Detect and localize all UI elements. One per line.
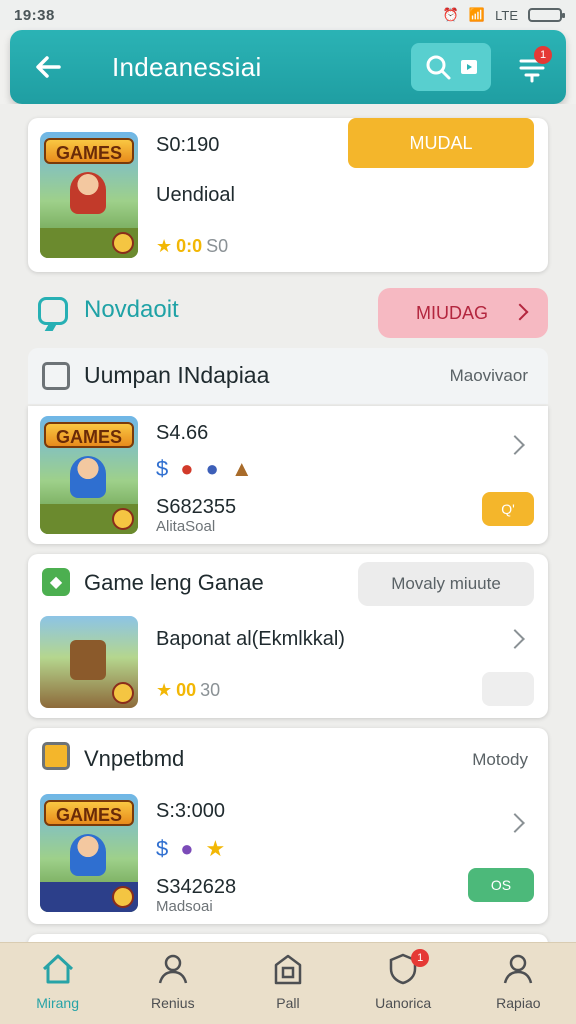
person-icon xyxy=(504,954,533,984)
back-button[interactable] xyxy=(26,45,70,89)
nav-item-home[interactable]: Mirang xyxy=(8,949,108,1011)
network-label: LTE xyxy=(495,7,518,23)
game-logo: GAMES xyxy=(44,422,134,448)
map-icon xyxy=(42,742,70,770)
notification-badge: 1 xyxy=(534,46,552,64)
featured-price: S0:190 xyxy=(156,134,220,156)
game-card[interactable]: Vnpetbmd Motody GAMES S:3:000 $ ● ★ S342… xyxy=(28,728,548,924)
chat-icon xyxy=(38,297,68,325)
item-icons: $ ● ● ▲ xyxy=(156,456,253,482)
user-icon xyxy=(158,954,187,984)
avatar-blue-icon: ● xyxy=(205,456,219,481)
game-card[interactable]: ◆ Game leng Ganae Movaly miuute Baponat … xyxy=(28,554,548,718)
game-badge-icon xyxy=(112,886,134,908)
battery-icon xyxy=(528,8,565,22)
store-icon xyxy=(274,954,302,985)
coin-icon: $ xyxy=(156,456,169,481)
game-badge-icon xyxy=(112,232,134,254)
game-badge-icon xyxy=(112,682,134,704)
card-right-label[interactable]: Motody xyxy=(472,750,528,770)
section-header: Novdaoit MIUDAG xyxy=(28,284,548,338)
item-meta: S342628 xyxy=(156,876,237,898)
hat-icon: ▲ xyxy=(230,456,253,481)
item-sub: AlitaSoal xyxy=(156,518,216,535)
coin-icon: $ xyxy=(156,836,169,861)
diamond-icon: ◆ xyxy=(42,568,70,596)
game-thumbnail: GAMES xyxy=(40,794,138,912)
star-icon: ★ xyxy=(156,680,173,700)
featured-name: Uendioal xyxy=(156,184,235,206)
status-bar: 19:38 ⏰ 📶 LTE xyxy=(0,0,576,30)
chevron-right-icon[interactable] xyxy=(505,629,525,649)
item-meta: S682355 xyxy=(156,496,237,518)
game-thumbnail xyxy=(40,616,138,708)
item-sub: Madsoai xyxy=(156,898,213,915)
item-rating: ★ 00 30 xyxy=(156,680,221,700)
section-action-button[interactable]: MIUDAG xyxy=(378,288,548,338)
nav-item-profile[interactable]: Renius xyxy=(123,949,223,1011)
game-card[interactable] xyxy=(28,934,548,942)
featured-action-button[interactable]: MUDAL xyxy=(348,118,534,168)
card-title: Game leng Ganae xyxy=(84,570,264,595)
item-action-button[interactable] xyxy=(482,672,534,706)
bottom-nav: Mirang Renius Pall 1 Uanorica Rapiao xyxy=(0,942,576,1024)
item-price: S4.66 xyxy=(156,422,209,444)
alarm-icon: ⏰ xyxy=(442,7,459,22)
game-character xyxy=(70,172,106,214)
item-price: S:3:000 xyxy=(156,800,225,822)
card-title: Vnpetbmd xyxy=(84,746,185,771)
avatar-purple-icon: ● xyxy=(180,836,194,861)
chevron-right-icon[interactable] xyxy=(505,813,525,833)
camera-icon xyxy=(42,362,70,390)
page-title: Indeanessiai xyxy=(112,51,262,82)
game-thumbnail: GAMES xyxy=(40,416,138,534)
status-icons: ⏰ 📶 LTE xyxy=(442,7,565,23)
featured-card[interactable]: GAMES S0:190 Uendioal ★ 0:0 S0 MUDAL xyxy=(28,118,548,272)
wifi-icon: 📶 xyxy=(468,7,486,22)
home-icon xyxy=(42,954,73,984)
featured-rating: ★ 0:0 S0 xyxy=(156,236,229,256)
star-icon: ★ xyxy=(156,236,173,256)
group-right-label[interactable]: Maovivaor xyxy=(450,366,528,386)
star-icon: ★ xyxy=(205,836,226,861)
nav-item-account[interactable]: Rapiao xyxy=(468,949,568,1011)
game-thumbnail: GAMES xyxy=(40,132,138,258)
nav-item-notifications[interactable]: 1 Uanorica xyxy=(353,949,453,1011)
item-icons: $ ● ★ xyxy=(156,836,225,862)
chevron-right-icon[interactable] xyxy=(505,435,525,455)
list-item[interactable]: GAMES S4.66 $ ● ● ▲ S682355 AlitaSoal Q' xyxy=(28,406,548,544)
crate-icon xyxy=(70,640,106,680)
chevron-right-icon xyxy=(511,303,529,321)
nav-item-shop[interactable]: Pall xyxy=(238,949,338,1011)
card-pill-button[interactable]: Movaly miuute xyxy=(358,562,534,606)
section-title: Novdaoit xyxy=(84,296,179,323)
game-character xyxy=(70,456,106,498)
status-time: 19:38 xyxy=(14,6,55,24)
item-action-button[interactable]: Q' xyxy=(482,492,534,526)
group-title: Uumpan INdapiaa xyxy=(84,362,270,388)
item-action-button[interactable]: OS xyxy=(468,868,534,902)
app-bar: Indeanessiai 1 xyxy=(10,30,566,104)
avatar-red-icon: ● xyxy=(180,456,194,481)
game-character xyxy=(70,834,106,876)
filter-button[interactable]: 1 xyxy=(510,46,554,90)
content-scroll[interactable]: GAMES S0:190 Uendioal ★ 0:0 S0 MUDAL Nov… xyxy=(0,104,576,942)
search-button[interactable] xyxy=(411,43,491,91)
game-logo: GAMES xyxy=(44,800,134,826)
video-icon xyxy=(461,60,477,74)
search-icon xyxy=(426,55,451,80)
nav-badge: 1 xyxy=(411,949,430,967)
arrow-left-icon xyxy=(36,56,61,78)
game-logo: GAMES xyxy=(44,138,134,164)
game-badge-icon xyxy=(112,508,134,530)
item-name: Baponat al(Ekmlkkal) xyxy=(156,628,345,650)
group-header: Uumpan INdapiaa Maovivaor xyxy=(28,348,548,404)
